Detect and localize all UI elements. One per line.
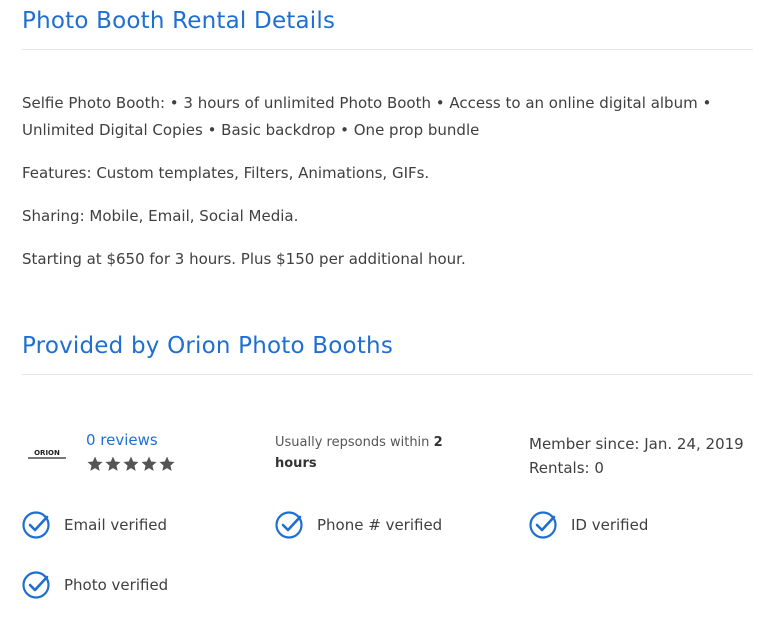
id-verified-label: ID verified xyxy=(571,516,649,534)
star-icon xyxy=(141,456,157,471)
logo-text: ORION xyxy=(34,449,60,457)
email-verified-label: Email verified xyxy=(64,516,168,534)
star-icon xyxy=(159,456,175,471)
star-icon xyxy=(87,456,103,471)
description-text: Selfie Photo Booth: • 3 hours of unlimit… xyxy=(22,94,712,139)
details-title: Photo Booth Rental Details xyxy=(22,8,336,34)
check-circle-icon xyxy=(529,511,557,539)
check-circle-icon xyxy=(22,571,50,599)
rentals-count: Rentals: 0 xyxy=(529,459,604,477)
features-text: Features: Custom templates, Filters, Ani… xyxy=(22,164,430,182)
response-time-label: Usually repsonds within xyxy=(275,435,430,450)
reviews-link[interactable]: 0 reviews xyxy=(86,431,158,449)
provider-divider xyxy=(22,374,753,375)
id-verified: ID verified xyxy=(529,510,648,540)
provider-summary: ORION 0 reviews Usually repsonds within … xyxy=(22,425,757,485)
details-divider xyxy=(22,49,753,50)
orion-logo[interactable]: ORION xyxy=(26,447,68,461)
star-icon xyxy=(123,456,139,471)
member-since: Member since: Jan. 24, 2019 xyxy=(529,435,744,453)
phone-verified-label: Phone # verified xyxy=(317,516,443,534)
member-info: Member since: Jan. 24, 2019 Rentals: 0 xyxy=(529,432,744,480)
check-circle-icon xyxy=(22,511,50,539)
star-icon xyxy=(105,456,121,471)
sharing-text: Sharing: Mobile, Email, Social Media. xyxy=(22,207,299,225)
provider-title: Provided by Orion Photo Booths xyxy=(22,333,394,359)
photo-verified-label: Photo verified xyxy=(64,576,169,594)
rating-stars xyxy=(86,455,176,473)
photo-verified: Photo verified xyxy=(22,570,168,600)
pricing-text: Starting at $650 for 3 hours. Plus $150 … xyxy=(22,250,466,268)
phone-verified: Phone # verified xyxy=(275,510,442,540)
response-time: Usually repsonds within 2 hours xyxy=(275,432,475,474)
email-verified: Email verified xyxy=(22,510,167,540)
check-circle-icon xyxy=(275,511,303,539)
